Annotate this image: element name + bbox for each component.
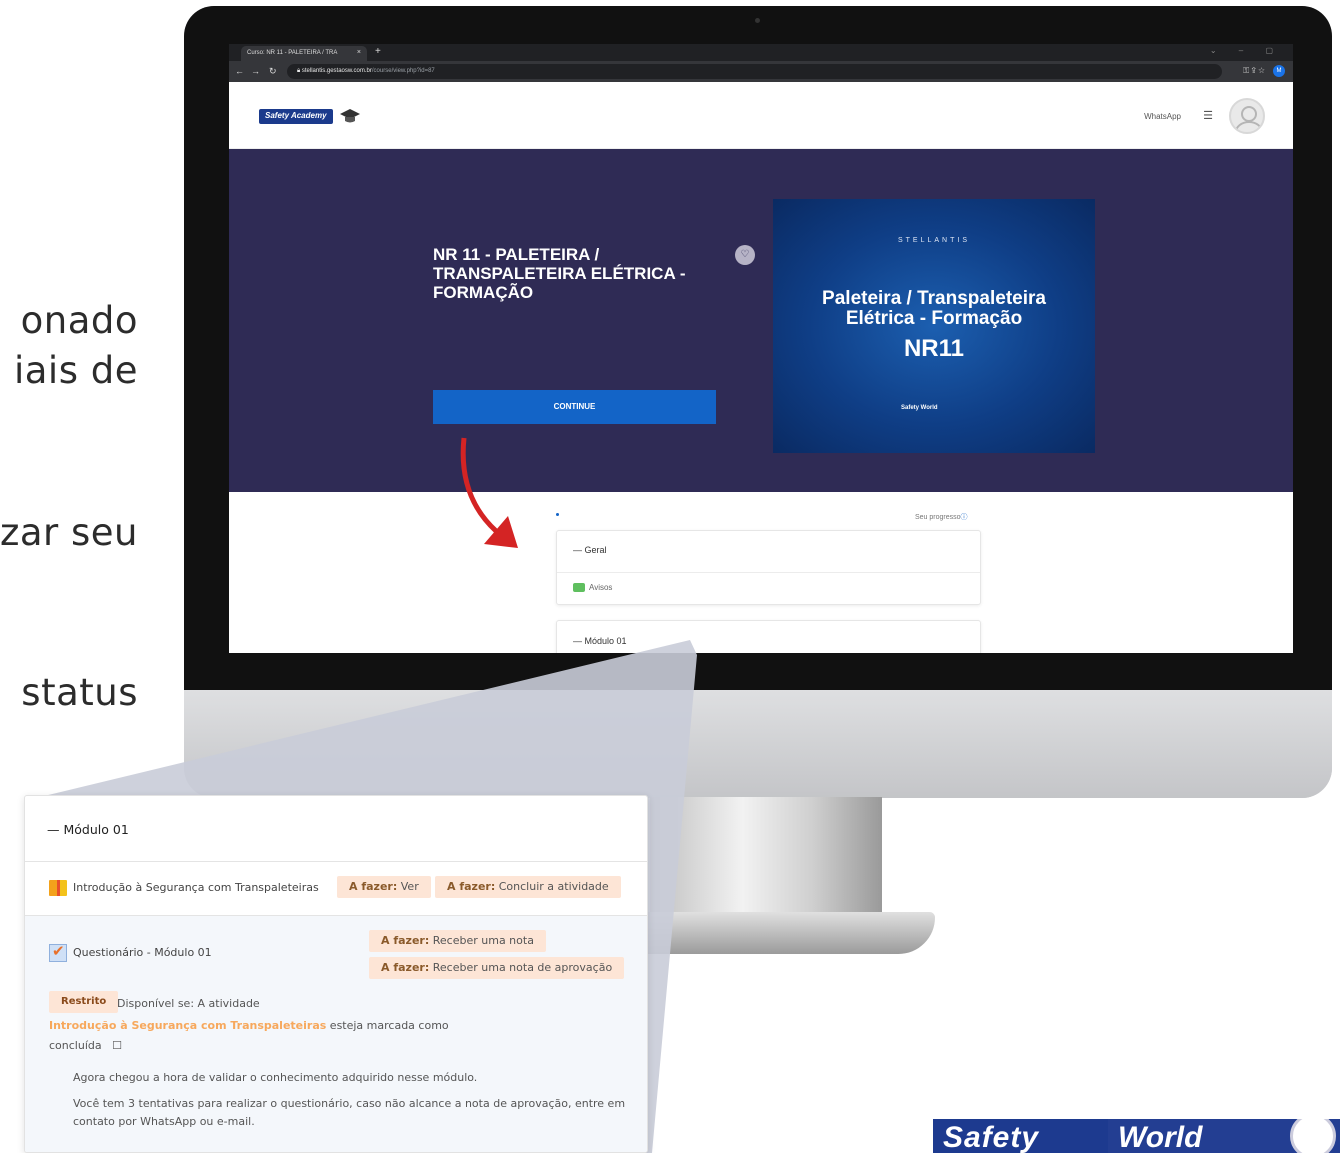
globe-icon <box>1290 1119 1336 1153</box>
description-line-3: contato por WhatsApp ou e-mail. <box>73 1115 255 1128</box>
restricted-badge: Restrito <box>49 991 119 1013</box>
restriction-text-3: concluída <box>49 1039 102 1052</box>
todo-badge-aprovacao: A fazer: Receber uma nota de aprovação <box>369 957 625 979</box>
book-icon <box>49 880 67 896</box>
badge-value: Receber uma nota <box>432 934 534 947</box>
todo-badge-nota: A fazer: Receber uma nota <box>369 930 546 952</box>
side-text-2: iais de <box>13 349 138 392</box>
zoom-section-header[interactable]: — Módulo 01 <box>25 796 647 862</box>
side-text-3: zar seu <box>0 511 138 554</box>
description-line-1: Agora chegou a hora de validar o conheci… <box>73 1071 478 1084</box>
badge-value: Concluir a atividade <box>498 880 609 893</box>
restriction-link[interactable]: Introdução à Segurança com Transpaleteir… <box>49 1019 326 1032</box>
completion-checkbox-icon: ☐ <box>112 1039 122 1052</box>
badge-value: Ver <box>400 880 419 893</box>
badge-label: A fazer: <box>349 880 398 893</box>
restriction-line-2: concluída ☐ <box>49 1038 122 1053</box>
side-text-1: onado <box>20 299 138 342</box>
restriction-text-2: esteja marcada como <box>329 1019 449 1032</box>
activity-introducao-name: Introdução à Segurança com Transpaleteir… <box>73 881 319 894</box>
quiz-icon <box>49 942 67 962</box>
badge-label: A fazer: <box>447 880 496 893</box>
activity-questionario: Questionário - Módulo 01 A fazer: Recebe… <box>25 916 647 1152</box>
activity-questionario-name: Questionário - Módulo 01 <box>73 946 212 959</box>
description-line-2: Você tem 3 tentativas para realizar o qu… <box>73 1097 626 1110</box>
todo-badge-ver: A fazer: Ver <box>337 876 431 898</box>
side-text-4: status <box>21 671 138 714</box>
activity-introducao-link[interactable]: Introdução à Segurança com Transpaleteir… <box>49 880 319 896</box>
badge-label: A fazer: <box>381 961 430 974</box>
restriction-line: Introdução à Segurança com Transpaleteir… <box>49 1018 449 1033</box>
zoom-section-title: Módulo 01 <box>63 822 129 837</box>
badge-value: Receber uma nota de aprovação <box>432 961 613 974</box>
safety-world-logo: Safety World <box>933 1119 1340 1153</box>
badge-label: A fazer: <box>381 934 430 947</box>
zoomed-module-card: — Módulo 01 Introdução à Segurança com T… <box>24 795 648 1153</box>
activity-questionario-link[interactable]: Questionário - Módulo 01 <box>49 942 212 962</box>
activity-introducao: Introdução à Segurança com Transpaleteir… <box>25 862 647 916</box>
todo-badge-concluir: A fazer: Concluir a atividade <box>435 876 621 898</box>
logo-word-safety: Safety <box>933 1119 1108 1153</box>
restriction-text-1: Disponível se: A atividade <box>117 997 260 1010</box>
